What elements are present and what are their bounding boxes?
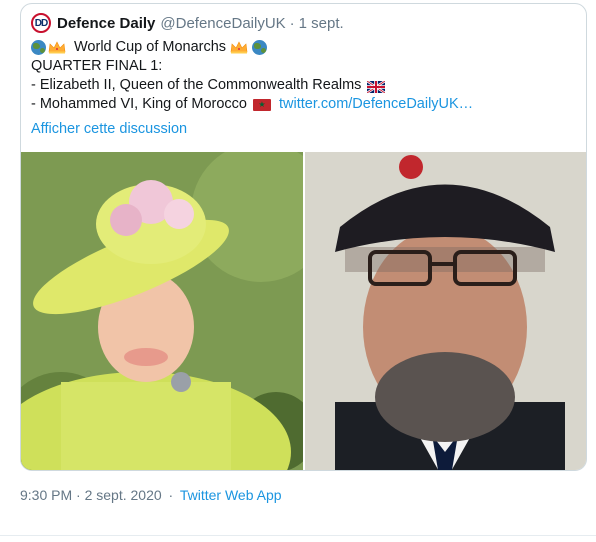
contestant-elizabeth: - Elizabeth II, Queen of the Commonwealt… — [31, 77, 362, 93]
header-separator: · — [289, 14, 295, 32]
tweet-footer: 9:30 PM · 2 sept. 2020 · Twitter Web App — [20, 487, 282, 503]
morocco-flag-icon: ★ — [252, 98, 271, 111]
footer-separator: · — [168, 487, 174, 503]
crown-icon — [48, 41, 66, 54]
display-name[interactable]: Defence Daily — [57, 15, 155, 32]
king-mohammed-photo[interactable] — [305, 152, 586, 470]
uk-flag-icon — [366, 79, 387, 94]
tweet-card[interactable]: DD Defence Daily @DefenceDailyUK · 1 sep… — [20, 3, 587, 471]
tweet-line-mohammed: - Mohammed VI, King of Morocco ★ twitter… — [31, 95, 473, 114]
queen-elizabeth-photo[interactable] — [21, 152, 303, 470]
tweet-media[interactable] — [21, 152, 586, 470]
tweet-timestamp[interactable]: 9:30 PM · 2 sept. 2020 — [20, 487, 162, 503]
avatar-logo-text: DD — [34, 17, 48, 29]
tweet-title-text: World Cup of Monarchs — [74, 39, 227, 55]
contestant-mohammed: - Mohammed VI, King of Morocco — [31, 96, 247, 112]
tweet-header: DD Defence Daily @DefenceDailyUK · 1 sep… — [31, 12, 344, 34]
show-thread-link[interactable]: Afficher cette discussion — [31, 121, 187, 137]
crown-icon — [230, 41, 248, 54]
divider — [0, 535, 596, 536]
tweet-title-line: World Cup of Monarchs — [31, 38, 473, 57]
account-avatar[interactable]: DD — [31, 13, 51, 33]
user-handle[interactable]: @DefenceDailyUK — [160, 15, 285, 32]
tweet-external-link[interactable]: twitter.com/DefenceDailyUK… — [279, 95, 473, 114]
globe-icon — [31, 40, 46, 55]
source-app-link[interactable]: Twitter Web App — [180, 487, 282, 503]
tweet-date[interactable]: 1 sept. — [299, 15, 344, 32]
tweet-text: World Cup of Monarchs QUARTER FINAL 1: -… — [31, 38, 473, 114]
tweet-line-elizabeth: - Elizabeth II, Queen of the Commonwealt… — [31, 76, 473, 95]
globe-icon — [252, 40, 268, 55]
tweet-line-quarterfinal: QUARTER FINAL 1: — [31, 58, 163, 74]
